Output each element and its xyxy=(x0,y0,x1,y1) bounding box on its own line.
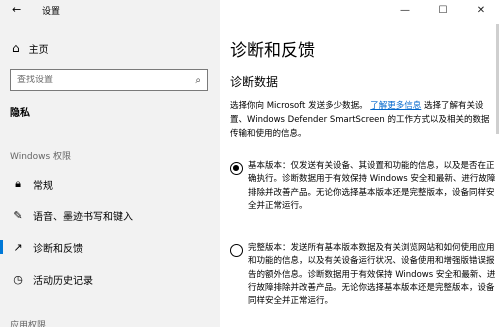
sidebar-item-history[interactable]: ◷ 活动历史记录 xyxy=(0,268,220,290)
home-icon: ⌂ xyxy=(12,41,20,55)
sidebar-item-speech[interactable]: ✎ 语音、墨迹书写和键入 xyxy=(0,204,220,226)
window-title: 设置 xyxy=(42,7,61,17)
sidebar-item-general[interactable]: 🔒︎ 常规 xyxy=(0,173,220,195)
learn-more-link[interactable]: 了解更多信息 xyxy=(370,101,421,111)
scrollbar[interactable] xyxy=(496,24,499,134)
description-text: 选择你向 Microsoft 发送多少数据。 xyxy=(230,101,368,111)
radio-label: 基本版本：仅发送有关设备、其设置和功能的信息，以及是否在正确执行。诊断数据用于有… xyxy=(248,161,496,211)
radio-button-full[interactable] xyxy=(230,244,243,257)
minimize-icon[interactable]: — xyxy=(386,0,424,20)
back-arrow-icon[interactable]: ← xyxy=(12,3,21,16)
sidebar-section-title: Windows 权限 xyxy=(10,152,72,162)
ink-icon: ✎ xyxy=(13,208,23,222)
active-indicator xyxy=(0,240,3,254)
search-icon[interactable]: ⌕ xyxy=(195,75,201,86)
sidebar-item-label: 语音、墨迹书写和键入 xyxy=(33,211,133,223)
lock-icon: 🔒︎ xyxy=(15,177,21,190)
home-label: 主页 xyxy=(28,44,49,56)
sidebar-item-home[interactable]: ⌂ 主页 xyxy=(12,40,49,56)
sidebar-item-label: 常规 xyxy=(33,180,53,192)
sidebar-item-label: 活动历史记录 xyxy=(33,275,93,287)
radio-label: 完整版本：发送所有基本版本数据及有关浏览网站和如何使用应用和功能的信息，以及有关… xyxy=(248,243,496,307)
main-pane: — ☐ ✕ 诊断和反馈 诊断数据 选择你向 Microsoft 发送多少数据。 … xyxy=(220,0,500,327)
description: 选择你向 Microsoft 发送多少数据。 了解更多信息 选择了解有关设置、W… xyxy=(230,99,492,141)
search-box[interactable]: ⌕ xyxy=(10,69,208,91)
section-heading: 诊断数据 xyxy=(230,75,279,89)
search-input[interactable] xyxy=(17,75,196,85)
sidebar-group-title: 隐私 xyxy=(10,108,30,119)
diagnostics-icon: ↗ xyxy=(13,240,23,254)
maximize-icon[interactable]: ☐ xyxy=(424,0,462,20)
sidebar: ← 设置 ⌂ 主页 ⌕ 隐私 Windows 权限 🔒︎ 常规 ✎ 语音、墨迹书… xyxy=(0,0,220,327)
sidebar-item-diagnostics[interactable]: ↗ 诊断和反馈 xyxy=(0,236,220,258)
sidebar-section-title-2: 应用权限 xyxy=(10,321,47,327)
sidebar-item-label: 诊断和反馈 xyxy=(33,243,83,255)
close-icon[interactable]: ✕ xyxy=(462,0,500,20)
history-icon: ◷ xyxy=(13,272,23,286)
window-controls: — ☐ ✕ xyxy=(386,0,500,20)
radio-button-basic[interactable] xyxy=(230,162,243,175)
page-title: 诊断和反馈 xyxy=(230,41,315,61)
